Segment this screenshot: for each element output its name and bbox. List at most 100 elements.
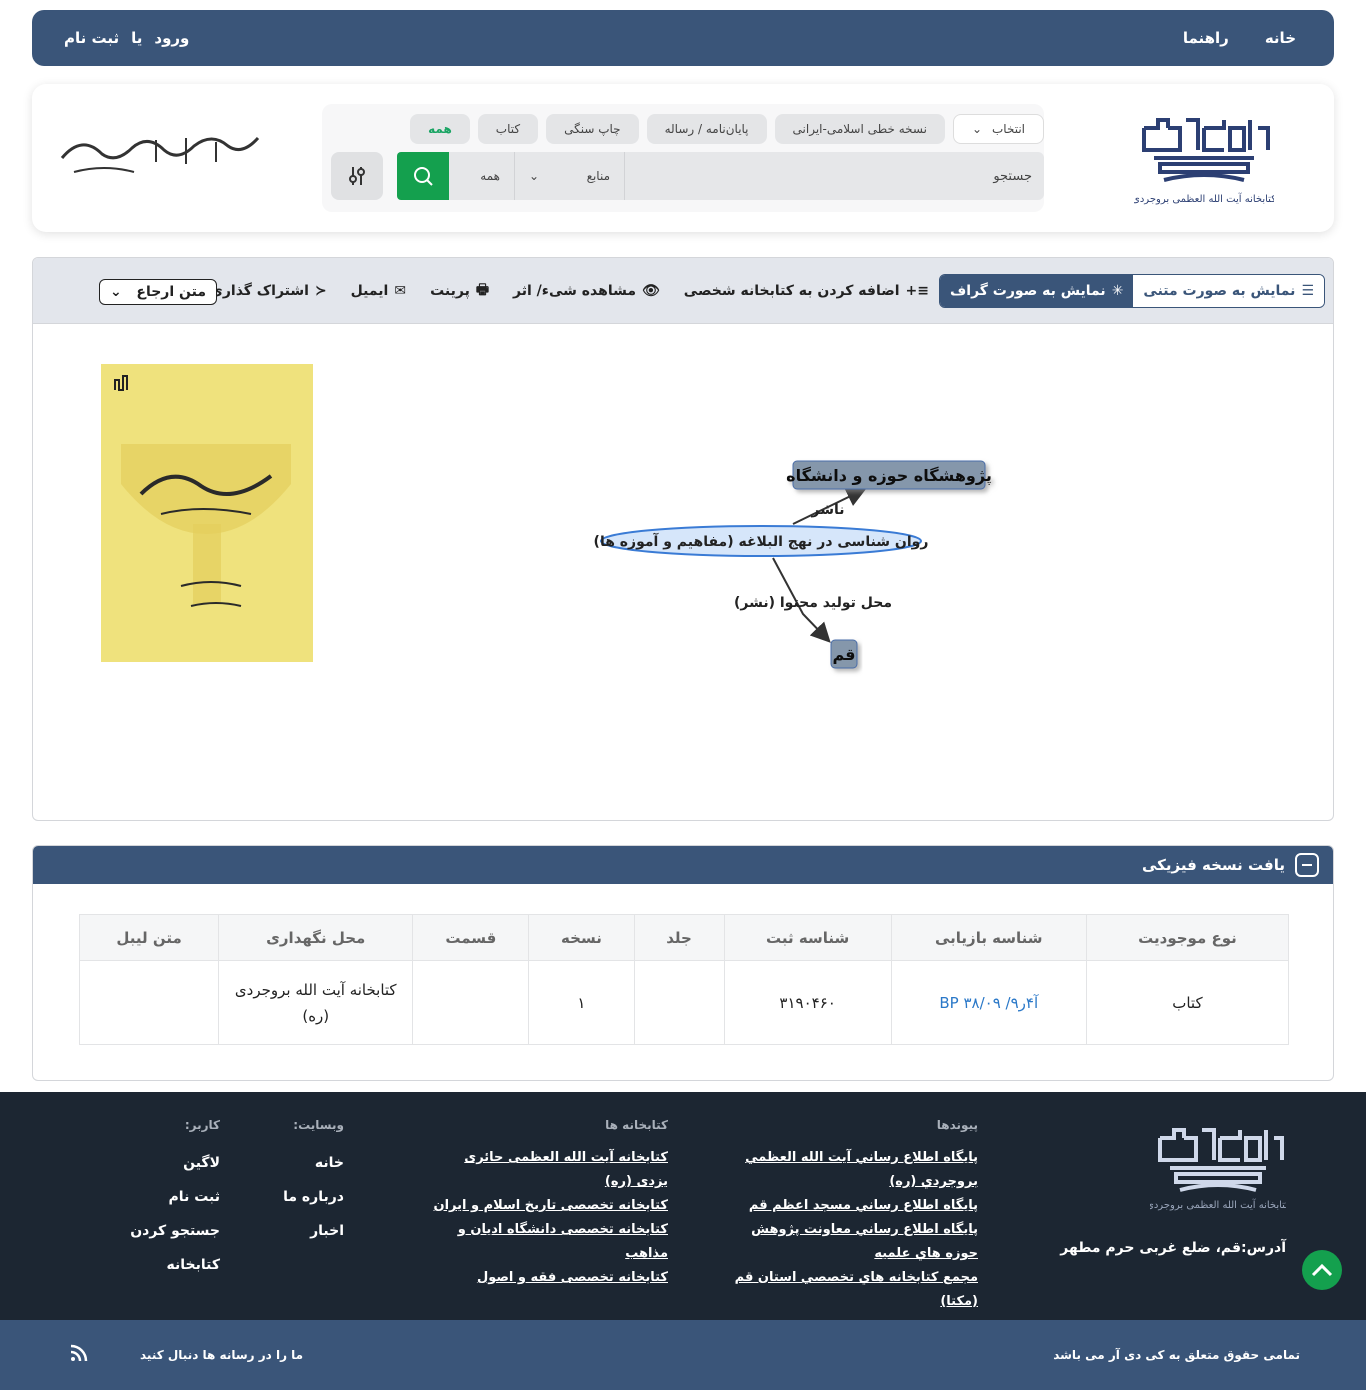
- footer-libraries-column: کتابخانه ها کتابخانه آیت الله العظمی حائ…: [432, 1118, 669, 1290]
- col-label: متن لیبل: [78, 914, 220, 961]
- text-view-label: نمایش به صورت متنی: [1143, 283, 1296, 299]
- chevron-down-icon: ⌄: [110, 284, 122, 300]
- copyright-text: تمامی حقوق متعلق به کی دی آر می باشد: [1053, 1348, 1300, 1362]
- publisher-node-label: پژوهشگاه حوزه و دانشگاه: [786, 466, 992, 486]
- search-button[interactable]: [397, 152, 449, 200]
- col-type: نوع موجودیت: [1085, 914, 1290, 961]
- chevron-down-icon: ⌄: [529, 169, 540, 183]
- search-block: انتخاب ⌄ نسخه خطی اسلامی-ایرانی پایان‌نا…: [322, 104, 1044, 212]
- search-icon: [414, 167, 433, 186]
- eye-icon: 👁: [642, 283, 660, 299]
- footer-link-2[interactable]: پايگاه اطلاع رساني مسجد اعظم قم: [718, 1194, 978, 1218]
- cell-location: کتابخانه آیت الله بروجردی (ره): [218, 960, 414, 1045]
- print-button[interactable]: 🖶 پرینت: [430, 279, 489, 303]
- footer-library-link[interactable]: کتابخانه: [120, 1248, 220, 1282]
- footer: کتابخانه آیت الله العظمی بروجردی آدرس:قم…: [0, 1092, 1366, 1320]
- login-link[interactable]: ورود: [154, 29, 189, 47]
- search-row: جستجو منابع ⌄ همه ⌄: [404, 152, 1044, 200]
- holdings-table: نوع موجودیت شناسه بازیابی شناسه ثبت جلد …: [78, 914, 1290, 1045]
- nav-guide-link[interactable]: راهنما: [1183, 29, 1229, 47]
- printer-icon: 🖶: [475, 282, 490, 298]
- holdings-header[interactable]: یافت نسخه فیزیکی: [33, 846, 1333, 884]
- col-location: محل نگهداری: [218, 914, 414, 961]
- footer-user-column: کاربر: لاگین ثبت نام جستجو کردن کتابخانه: [120, 1118, 220, 1282]
- register-link[interactable]: ثبت نام: [64, 29, 119, 47]
- share-icon: ≺: [314, 283, 327, 299]
- share-button[interactable]: ≺ اشتراک گذاری: [210, 283, 327, 299]
- table-header-row: نوع موجودیت شناسه بازیابی شناسه ثبت جلد …: [78, 914, 1290, 961]
- footer-library-3[interactable]: کتابخانه تخصصی دانشگاه ادیان و مذاهب: [432, 1218, 668, 1266]
- print-label: پرینت: [430, 283, 470, 299]
- rss-icon[interactable]: [70, 1344, 88, 1365]
- footer-library-2[interactable]: کتابخانه تخصصی تاریخ اسلام و ایران: [432, 1194, 669, 1218]
- col-copy: نسخه: [528, 914, 635, 961]
- add-personal-label: اضافه کردن به کتابخانه شخصی: [683, 283, 900, 299]
- footer-news-link[interactable]: اخبار: [264, 1214, 344, 1248]
- text-view-button[interactable]: ☰ نمایش به صورت متنی: [1133, 275, 1324, 307]
- record-panel: ☰ نمایش به صورت متنی ✳ نمایش به صورت گرا…: [32, 257, 1334, 821]
- chip-manuscript[interactable]: نسخه خطی اسلامی-ایرانی: [774, 114, 945, 144]
- footer-user-title: کاربر:: [184, 1118, 220, 1132]
- footer-website-title: وبسایت:: [293, 1118, 344, 1132]
- cell-reg-id: ۳۱۹۰۴۶۰: [723, 960, 892, 1045]
- footer-link-3[interactable]: پايگاه اطلاع رساني معاونت پژوهش حوزه هاي…: [718, 1218, 978, 1266]
- center-node[interactable]: روان شناسی در نهج البلاغه (مفاهیم و آموز…: [594, 525, 929, 557]
- reference-select[interactable]: متن ارجاع ⌄: [99, 279, 217, 305]
- place-edge-label: محل تولید محتوا (نشر): [734, 595, 892, 611]
- footer-links-column: پیوندها پايگاه اطلاع رساني آيت الله العظ…: [718, 1118, 978, 1314]
- graph-view-label: نمایش به صورت گراف: [950, 283, 1106, 299]
- collapse-icon[interactable]: [1295, 853, 1319, 877]
- graph-view-button[interactable]: ✳ نمایش به صورت گراف: [940, 275, 1134, 307]
- email-button[interactable]: ✉ ایمیل: [351, 283, 406, 299]
- col-volume: جلد: [633, 914, 725, 961]
- book-cover-image[interactable]: [101, 364, 313, 662]
- chip-thesis[interactable]: پایان‌نامه / رساله: [646, 114, 767, 144]
- footer-register-link[interactable]: ثبت نام: [120, 1180, 220, 1214]
- type-select-label: انتخاب: [992, 122, 1025, 136]
- filter-chips: انتخاب ⌄ نسخه خطی اسلامی-ایرانی پایان‌نا…: [410, 114, 1044, 144]
- cell-call-number[interactable]: BP ۳۸/۰۹ /۹آ۴ر: [890, 960, 1087, 1045]
- center-node-label: روان شناسی در نهج البلاغه (مفاهیم و آموز…: [594, 532, 929, 550]
- sources-dropdown[interactable]: منابع ⌄: [514, 152, 624, 200]
- logo-caption: کتابخانه آیت الله العظمی بروجردی: [1134, 192, 1274, 205]
- top-navbar: خانه راهنما ثبت نام یا ورود: [32, 10, 1334, 66]
- list-icon: ☰: [1301, 283, 1314, 299]
- nav-home-link[interactable]: خانه: [1265, 29, 1296, 47]
- advanced-filter-button[interactable]: [331, 152, 383, 200]
- chip-all[interactable]: همه: [410, 114, 470, 144]
- holdings-title: یافت نسخه فیزیکی: [1141, 856, 1285, 874]
- col-call-number: شناسه بازیابی: [890, 914, 1087, 961]
- playlist-add-icon: ≡+: [905, 283, 929, 299]
- table-row: کتاب BP ۳۸/۰۹ /۹آ۴ر ۳۱۹۰۴۶۰ ۱ کتابخانه آ…: [78, 960, 1290, 1045]
- footer-link-1[interactable]: پايگاه اطلاع رساني آيت الله العظمي بروجر…: [718, 1146, 978, 1194]
- footer-logo[interactable]: کتابخانه آیت الله العظمی بروجردی: [1146, 1118, 1290, 1214]
- chip-book[interactable]: کتاب: [477, 114, 539, 144]
- footer-address: آدرس:قم، ضلع غربی حرم مطهر: [1060, 1240, 1286, 1256]
- cell-copy: ۱: [528, 960, 635, 1045]
- place-node[interactable]: قم: [830, 639, 858, 669]
- view-object-button[interactable]: 👁 مشاهده شیء/ اثر: [513, 283, 660, 299]
- place-node-label: قم: [832, 645, 855, 664]
- footer-home-link[interactable]: خانه: [264, 1146, 344, 1180]
- search-input[interactable]: جستجو: [624, 152, 1044, 200]
- add-personal-library-button[interactable]: ≡+ اضافه کردن به کتابخانه شخصی: [684, 283, 929, 299]
- footer-about-link[interactable]: درباره ما: [264, 1180, 344, 1214]
- graph-icon: ✳: [1111, 283, 1124, 299]
- publisher-node[interactable]: پژوهشگاه حوزه و دانشگاه: [786, 460, 992, 490]
- type-select[interactable]: انتخاب ⌄: [952, 114, 1044, 144]
- footer-website-column: وبسایت: خانه درباره ما اخبار: [264, 1118, 344, 1248]
- footer-library-4[interactable]: کتابخانه تخصصی فقه و اصول: [432, 1266, 668, 1290]
- masjid-azam-logo[interactable]: کتابخانه آیت الله العظمی بروجردی: [1132, 108, 1276, 208]
- cell-type: کتاب: [1085, 960, 1290, 1045]
- footer-libraries-title: کتابخانه ها: [605, 1118, 668, 1132]
- footer-search-link[interactable]: جستجو کردن: [120, 1214, 220, 1248]
- footer-login-link[interactable]: لاگین: [120, 1146, 220, 1180]
- view-object-label: مشاهده شیء/ اثر: [513, 283, 636, 299]
- footer-link-4[interactable]: مجمع كتابخانه هاي تخصصي استان قم (مكتا): [718, 1266, 978, 1314]
- scroll-top-button[interactable]: [1302, 1250, 1342, 1290]
- header-card: کتابخانه آیت الله العظمی بروجردی انتخاب …: [32, 84, 1334, 232]
- footer-library-1[interactable]: کتابخانه آیت الله العظمی حائری یزدی (ره): [432, 1146, 668, 1194]
- reference-select-label: متن ارجاع: [136, 284, 206, 300]
- chip-lithograph[interactable]: چاپ سنگی: [546, 114, 639, 144]
- or-text: یا: [131, 29, 143, 47]
